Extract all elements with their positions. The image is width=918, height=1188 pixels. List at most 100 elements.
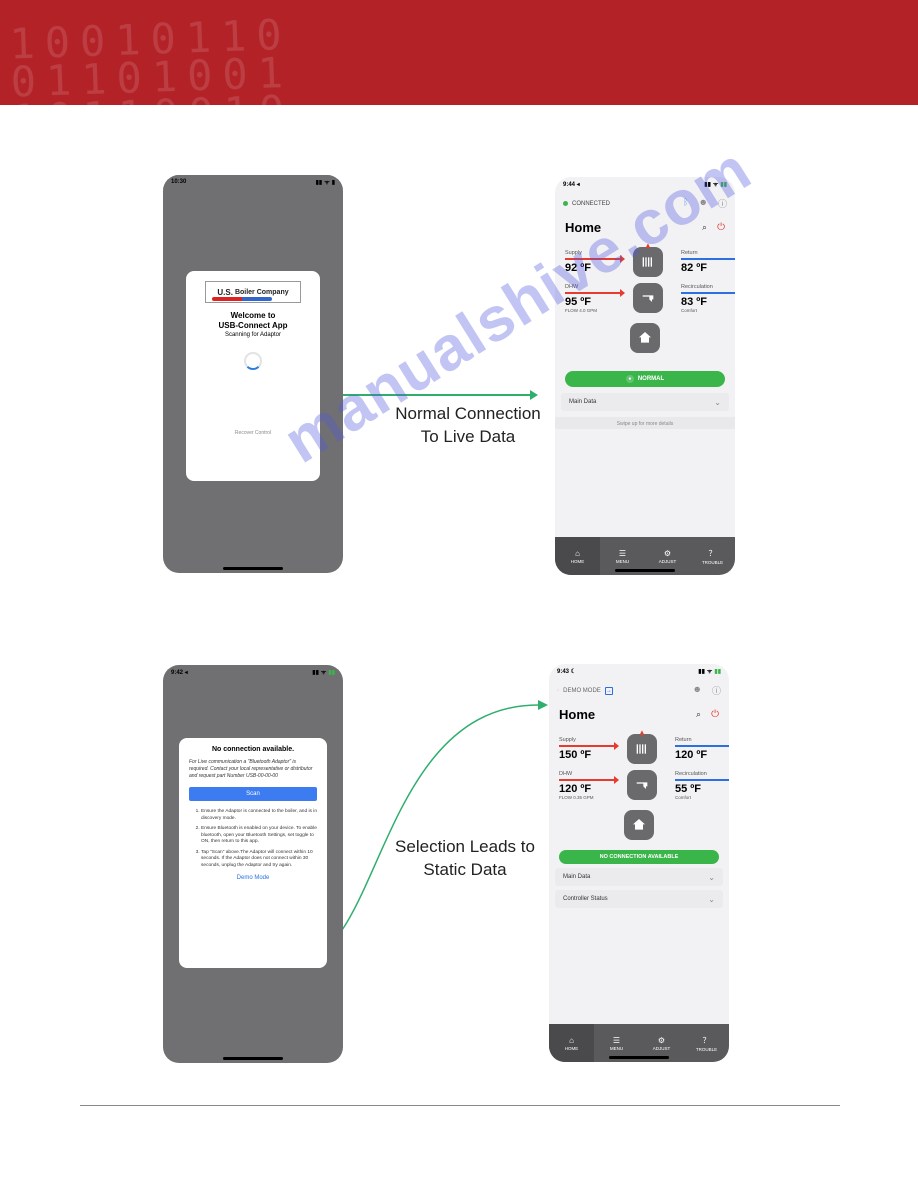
arrow-right-blue-icon [681, 290, 735, 296]
status-icons: ▮▮ ᯤ ▮▮ [704, 180, 727, 188]
home-icon: ⌂ [575, 549, 580, 558]
dropdown-label: Main Data [563, 874, 590, 880]
demo-status-row: ◦ DEMO MODE → ☻ ⓘ [549, 678, 729, 703]
dhw-metric: DHW 95 ºF FLOW 4.0 GPM [565, 284, 625, 313]
help-icon: ？ [709, 548, 717, 559]
arrow-right-red-icon [559, 777, 619, 783]
search-icon[interactable]: ⌕ [702, 222, 707, 233]
caption-demo: Selection Leads to Static Data [385, 836, 545, 882]
arrow-right-red-icon [559, 743, 619, 749]
dhw-metric: DHW 120 ºF FLOW 0.35 GPM [559, 771, 619, 800]
info-icon[interactable]: ⓘ [718, 197, 727, 210]
status-time: 9:42 ◂ [171, 669, 188, 676]
page-title: Home [559, 707, 595, 722]
signal-icon: ▮▮ [316, 179, 323, 186]
recirc-sub: Comfort [681, 308, 735, 313]
spinner-icon [244, 352, 262, 370]
battery-icon: ▮▮ [720, 181, 727, 188]
phone-no-connection: 9:42 ◂ ▮▮ ᯤ ▮▮ No connection available. … [163, 665, 343, 1063]
status-icons: ▮▮ ᯤ ▮▮ [698, 667, 721, 675]
signal-icon: ▮▮ [704, 181, 711, 188]
power-icon[interactable]: ⏻ [717, 222, 725, 233]
battery-icon: ▮▮ [328, 669, 335, 676]
footer-rule [80, 1105, 840, 1106]
battery-icon: ▮▮ [714, 668, 721, 675]
tab-home[interactable]: ⌂HOME [549, 1024, 594, 1062]
arrow-right-blue-icon [675, 743, 729, 749]
supply-value: 150 ºF [559, 749, 619, 761]
controller-status-dropdown[interactable]: Controller Status ⌄ [555, 890, 723, 908]
tab-home[interactable]: ⌂HOME [555, 537, 600, 575]
modal-paragraph: For Live communication a "Bluetooth Adap… [189, 759, 317, 779]
supply-metric: Supply 150 ºF [559, 737, 619, 761]
recirc-sub: Comfort [675, 795, 729, 800]
house-tile[interactable] [630, 323, 660, 353]
tab-trouble[interactable]: ？TROUBLE [684, 1024, 729, 1062]
swipe-hint: Swipe up for more details [555, 417, 735, 429]
exit-demo-icon[interactable]: → [605, 687, 613, 695]
main-data-dropdown[interactable]: Main Data ⌄ [555, 868, 723, 886]
signal-icon: ▮▮ [698, 668, 705, 675]
recirc-value: 55 ºF [675, 783, 729, 795]
phone-demo-mode: 9:43 ☾ ▮▮ ᯤ ▮▮ ◦ DEMO MODE → ☻ ⓘ Home ⌕ … [549, 664, 729, 1062]
logo-text-company: Boiler Company [235, 289, 289, 296]
account-icon[interactable]: ☻ [699, 197, 708, 210]
demo-dot: ◦ [557, 688, 559, 694]
flame-icon: ▲ [638, 728, 646, 737]
logo-text-us: U.S. [217, 288, 233, 297]
home-indicator [223, 567, 283, 570]
main-data-dropdown[interactable]: Main Data ⌄ [561, 393, 729, 411]
pill-circle-icon: ● [626, 375, 634, 383]
chevron-down-icon: ⌄ [714, 398, 721, 407]
step-1: Ensure the Adaptor is connected to the b… [201, 809, 317, 822]
power-icon[interactable]: ⏻ [711, 709, 719, 720]
tab-trouble[interactable]: ？TROUBLE [690, 537, 735, 575]
dhw-value: 95 ºF [565, 296, 625, 308]
step-2: Ensure Bluetooth is enabled on your devi… [201, 826, 317, 845]
faucet-tile[interactable] [627, 770, 657, 800]
dropdown-label: Main Data [569, 399, 596, 405]
menu-icon: ☰ [613, 1036, 620, 1045]
search-icon[interactable]: ⌕ [696, 709, 701, 720]
demo-mode-link[interactable]: Demo Mode [189, 875, 317, 881]
status-time: 9:43 ☾ [557, 668, 576, 675]
gear-icon: ⚙ [664, 549, 671, 558]
house-tile[interactable] [624, 810, 654, 840]
return-metric: Return 120 ºF [675, 737, 729, 761]
modal-title: No connection available. [189, 746, 317, 753]
gear-icon: ⚙ [658, 1036, 665, 1045]
home-indicator [223, 1057, 283, 1060]
arrow-right-blue-icon [681, 256, 735, 262]
wifi-icon: ᯤ [321, 668, 326, 676]
faucet-icon [640, 290, 656, 306]
battery-icon: ▮ [332, 179, 335, 186]
recirc-metric: Recirculation 55 ºF Comfort [675, 771, 729, 800]
connected-label: CONNECTED [572, 201, 610, 207]
no-connection-modal: No connection available. For Live commun… [179, 738, 327, 968]
instructions-list: Ensure the Adaptor is connected to the b… [189, 809, 317, 869]
chevron-down-icon: ⌄ [708, 873, 715, 882]
no-connection-ribbon: NO CONNECTION AVAILABLE [559, 850, 719, 864]
radiator-tile[interactable]: ▲ [627, 734, 657, 764]
radiator-tile[interactable]: ▲ [633, 247, 663, 277]
welcome-scanning: Scanning for Adaptor [186, 332, 320, 338]
scan-button[interactable]: Scan [189, 787, 317, 801]
house-icon [631, 817, 647, 833]
home-indicator [615, 569, 675, 572]
radiator-icon [640, 254, 656, 270]
page-title: Home [565, 220, 601, 235]
recover-link[interactable]: Recover Control [186, 430, 320, 436]
info-icon[interactable]: ⓘ [712, 684, 721, 697]
house-icon [637, 330, 653, 346]
status-pill: ● NORMAL [565, 371, 725, 387]
logo-swoosh [212, 297, 272, 301]
status-time: 9:44 ◂ [563, 181, 580, 188]
banner-pattern: 100101100110100110110010 [0, 0, 918, 105]
faucet-tile[interactable] [633, 283, 663, 313]
account-icon[interactable]: ☻ [693, 684, 702, 697]
faucet-icon [634, 777, 650, 793]
signal-icon: ▮▮ [312, 669, 319, 676]
dhw-sub: FLOW 4.0 GPM [565, 308, 625, 313]
bluetooth-icon[interactable]: ᛒ [683, 197, 688, 210]
phone-connected: 9:44 ◂ ▮▮ ᯤ ▮▮ CONNECTED ᛒ ☻ ⓘ Home ⌕ ⏻ [555, 177, 735, 575]
